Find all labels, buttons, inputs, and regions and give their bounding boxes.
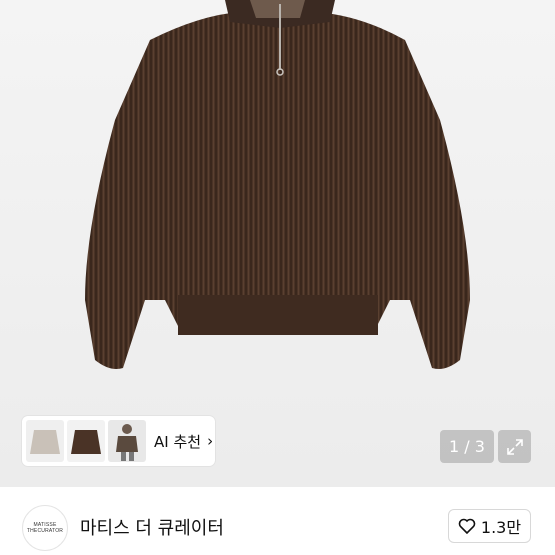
product-image-gallery[interactable]: AI 추천 › 1 / 3 <box>0 0 555 487</box>
thumbnail-2[interactable] <box>67 420 105 462</box>
seller-name[interactable]: 마티스 더 큐레이터 <box>80 514 224 540</box>
image-page-counter: 1 / 3 <box>440 430 494 463</box>
ai-recommend-button[interactable]: AI 추천 › <box>22 416 215 466</box>
product-photo <box>85 0 470 369</box>
seller-logo[interactable]: MATISSE THECURATOR <box>22 505 68 551</box>
thumbnail-1[interactable] <box>26 420 64 462</box>
favorite-count: 1.3만 <box>480 518 522 537</box>
thumbnail-3[interactable] <box>108 420 146 462</box>
favorite-button[interactable]: 1.3만 <box>448 509 531 543</box>
expand-icon <box>506 438 523 455</box>
expand-button[interactable] <box>498 430 531 463</box>
heart-icon <box>458 518 476 534</box>
chevron-right-icon: › <box>207 432 214 450</box>
logo-text-line2: THECURATOR <box>26 528 64 534</box>
ai-recommend-label: AI 추천 <box>154 432 202 451</box>
